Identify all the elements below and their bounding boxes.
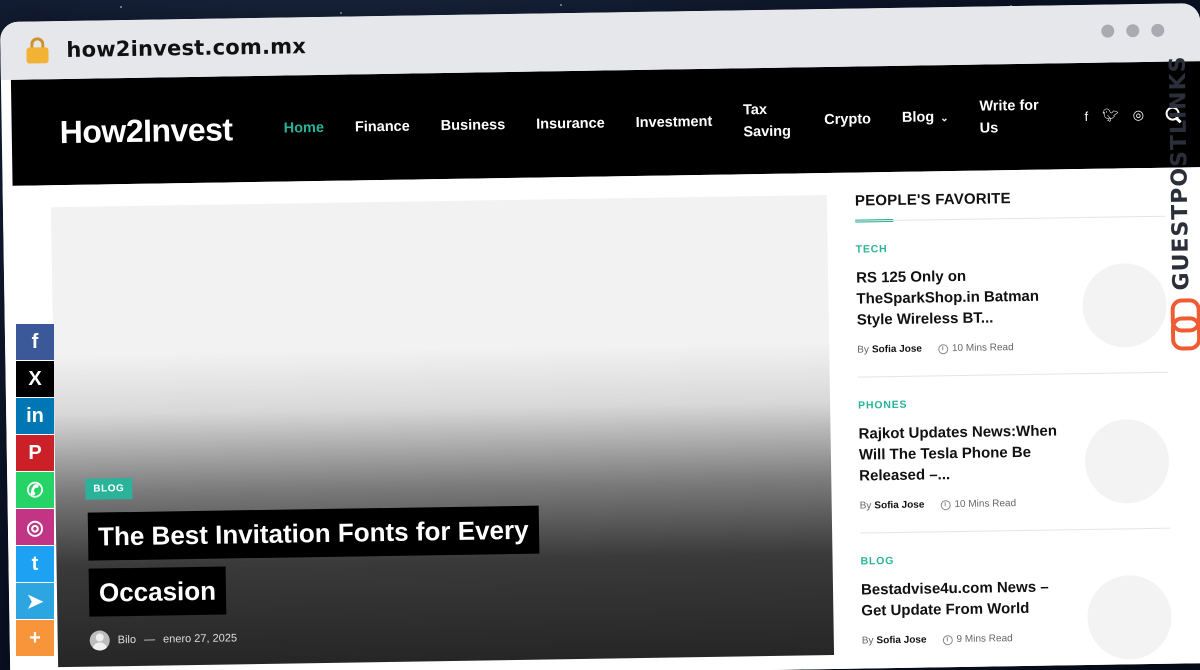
read-time: 9 Mins Read [956,633,1013,646]
author-name[interactable]: Sofia Jose [872,344,922,356]
twitter-share-button[interactable]: t [16,546,54,582]
facebook-icon[interactable]: f [1084,108,1088,123]
post-title[interactable]: Rajkot Updates News:When Will The Tesla … [858,420,1064,486]
site-logo[interactable]: How2Invest [59,110,284,151]
browser-window: how2invest.com.mx How2Invest Home Financ… [0,3,1200,670]
nav-write-for-us[interactable]: Write for Us [979,95,1046,140]
linkedin-share-button[interactable]: in [16,398,54,434]
nav-business[interactable]: Business [441,114,506,137]
main-content: BLOG The Best Invitation Fonts for Every… [2,167,1200,670]
chain-link-icon [1170,298,1193,344]
post-thumbnail[interactable] [1081,262,1168,349]
url-text[interactable]: how2invest.com.mx [66,34,306,62]
window-dot[interactable] [1151,23,1165,37]
read-time: 10 Mins Read [951,342,1014,355]
whatsapp-share-button[interactable]: ✆ [16,472,54,508]
window-dot[interactable] [1126,24,1140,38]
twitter-icon[interactable]: 🐦︎ [1102,107,1119,123]
window-dot[interactable] [1101,24,1115,38]
clock-icon [937,343,949,354]
guestpostlinks-watermark: GUESTPOSTLINKS [1161,55,1200,365]
sidebar-peoples-favorite: PEOPLE'S FAVORITE TECH RS 125 Only on Th… [855,188,1173,670]
twitter-icon: t [31,552,39,575]
telegram-share-button[interactable]: ➤ [16,583,54,619]
nav-crypto[interactable]: Crypto [824,108,871,131]
nav-blog[interactable]: Blog ⌄ [902,106,949,131]
lock-icon [26,37,49,64]
list-item[interactable]: BLOG Bestadvise4u.com News – Get Update … [860,529,1173,670]
x-share-button[interactable]: X [16,361,54,397]
instagram-icon: ◎ [26,516,44,539]
post-category[interactable]: TECH [856,239,1166,255]
pinterest-icon: P [28,441,42,464]
post-date: enero 27, 2025 [162,632,238,646]
author-name[interactable]: Sofia Jose [874,500,924,512]
featured-post-meta: Bilo — enero 27, 2025 [89,628,238,651]
by-label: By [859,500,872,512]
site-header: How2Invest Home Finance Business Insuran… [10,61,1200,186]
pinterest-share-button[interactable]: P [16,435,54,471]
whatsapp-icon: ✆ [26,479,44,502]
post-category[interactable]: PHONES [858,395,1168,412]
post-title[interactable]: RS 125 Only on TheSparkShop.in Batman St… [856,264,1062,330]
social-links: f 🐦︎ ◎ [1084,107,1144,124]
featured-post-title[interactable]: The Best Invitation Fonts for Every Occa… [87,501,570,621]
more-share-button[interactable]: + [16,620,54,656]
list-item[interactable]: PHONES Rajkot Updates News:When Will The… [857,372,1171,534]
post-category[interactable]: BLOG [860,551,1170,568]
clock-icon [940,499,951,510]
more-icon: + [29,626,41,649]
by-label: By [861,635,874,647]
nav-investment[interactable]: Investment [636,111,713,134]
meta-separator: — [143,633,156,646]
nav-blog-label: Blog [901,109,935,126]
instagram-share-button[interactable]: ◎ [16,509,54,545]
author-name[interactable]: Sofia Jose [876,635,926,647]
linkedin-icon: in [26,404,44,427]
featured-post-title-text: The Best Invitation Fonts for Every Occa… [87,505,539,617]
watermark-text: GUESTPOSTLINKS [1165,55,1194,291]
sidebar-title: PEOPLE'S FAVORITE [854,190,1011,210]
telegram-icon: ➤ [26,590,44,613]
author-name[interactable]: Bilo [118,634,137,646]
by-label: By [857,344,870,356]
post-thumbnail[interactable] [1086,574,1173,660]
post-thumbnail[interactable] [1084,418,1170,505]
main-nav: Home Finance Business Insurance Investme… [283,94,1077,150]
x-icon: X [28,367,42,390]
avatar [89,630,110,651]
list-item[interactable]: TECH RS 125 Only on TheSparkShop.in Batm… [855,216,1168,378]
social-share-bar: f Xin P ✆ ◎ t ➤ + [16,324,54,657]
instagram-icon[interactable]: ◎ [1133,107,1145,123]
category-badge[interactable]: BLOG [85,477,133,500]
nav-insurance[interactable]: Insurance [536,113,605,136]
nav-tax-saving[interactable]: Tax Saving [743,99,794,144]
nav-home[interactable]: Home [283,117,325,140]
window-controls [1101,23,1165,38]
facebook-icon: f [31,330,39,353]
featured-post[interactable]: BLOG The Best Invitation Fonts for Every… [50,195,835,668]
nav-finance[interactable]: Finance [355,116,410,139]
clock-icon [942,634,953,645]
chevron-down-icon: ⌄ [940,113,949,125]
post-title[interactable]: Bestadvise4u.com News – Get Update From … [861,576,1067,621]
read-time: 10 Mins Read [954,498,1017,511]
facebook-share-button[interactable]: f [16,324,54,360]
